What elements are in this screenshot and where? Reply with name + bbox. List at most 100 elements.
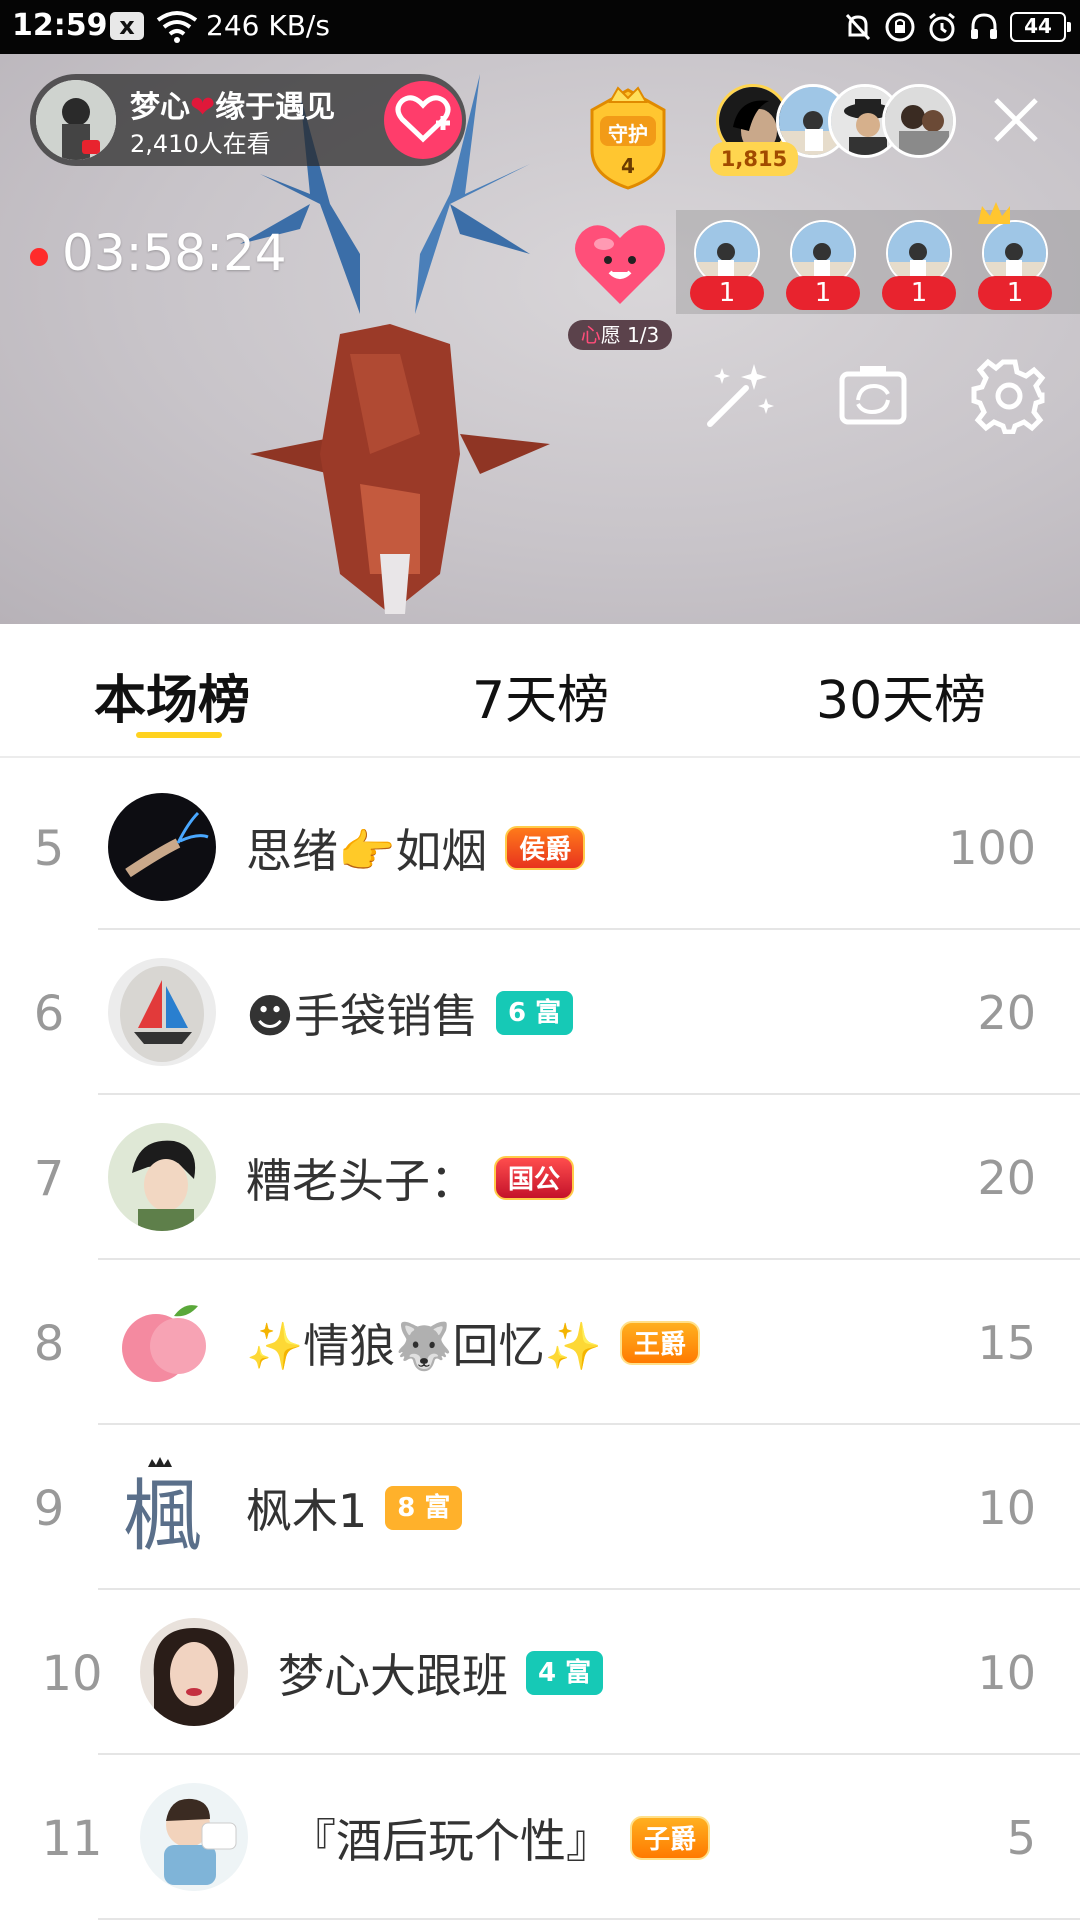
list-item[interactable]: 8 ✨情狼🐺回忆✨ 王爵 15 — [0, 1260, 1080, 1425]
fan-item[interactable]: 1 — [690, 220, 764, 316]
list-item-name: ✨情狼🐺回忆✨ 王爵 — [246, 1310, 700, 1376]
status-bar: 12:59 x 246 KB/s 44 — [0, 0, 1080, 54]
noble-badge: 国公 — [494, 1156, 575, 1200]
user-name: ☻手袋销售 — [246, 989, 478, 1043]
top-viewer-coins: 1,815 — [710, 142, 798, 176]
network-speed: 246 KB/s — [206, 9, 330, 42]
live-timer: 03:58:24 — [62, 224, 287, 282]
list-item[interactable]: 5 思绪👉如烟 侯爵 100 — [0, 765, 1080, 930]
top-viewer-avatar-4[interactable] — [882, 84, 956, 158]
wish-label-text: 愿 1/3 — [600, 323, 660, 347]
switch-camera-icon[interactable] — [834, 356, 912, 434]
score-value: 15 — [977, 1316, 1036, 1370]
guard-label: 守护 — [608, 122, 648, 146]
tab-this-show[interactable]: 本场榜 — [94, 658, 250, 733]
beauty-wand-icon[interactable] — [700, 356, 778, 434]
fan-count: 1 — [786, 276, 860, 310]
list-item-name: ☻手袋销售 6 富 — [246, 980, 574, 1046]
follow-button[interactable] — [384, 81, 462, 159]
noble-badge: 侯爵 — [505, 826, 586, 870]
tab-30-days[interactable]: 30天榜 — [816, 658, 986, 733]
list-item[interactable]: 9 楓 枫木1 8 富 10 — [0, 1425, 1080, 1590]
headphones-icon — [971, 13, 997, 39]
live-video-area[interactable]: 梦心❤缘于遇见 2,410人在看 守护 4 1,815 03:58:24 心愿 … — [0, 54, 1080, 624]
host-name: 梦心❤缘于遇见 — [130, 82, 335, 126]
list-item[interactable]: 6 ☻手袋销售 6 富 20 — [0, 930, 1080, 1095]
host-name-right: 缘于遇见 — [215, 90, 336, 125]
status-time: 12:59 — [12, 8, 108, 43]
fan-count: 1 — [690, 276, 764, 310]
guard-count: 4 — [621, 154, 635, 178]
avatar[interactable] — [140, 1618, 248, 1726]
rank-number: 7 — [33, 1151, 65, 1207]
settings-gear-icon[interactable] — [970, 356, 1048, 434]
wish-prefix: 心 — [580, 323, 601, 347]
avatar[interactable]: 楓 — [108, 1453, 216, 1561]
heart-plus-icon — [395, 95, 451, 143]
wifi-icon — [156, 11, 198, 43]
score-value: 20 — [977, 1151, 1036, 1205]
wish-widget[interactable]: 心愿 1/3 — [568, 204, 672, 354]
avatar[interactable] — [108, 1123, 216, 1231]
fan-item[interactable]: 1 — [882, 220, 956, 316]
score-value: 10 — [977, 1481, 1036, 1535]
leaderboard-tabs: 本场榜 7天榜 30天榜 — [0, 624, 1080, 758]
recording-dot-icon — [30, 248, 48, 266]
host-name-left: 梦心 — [130, 90, 190, 125]
wish-progress: 心愿 1/3 — [568, 320, 672, 350]
notification-icon: x — [110, 12, 144, 40]
noble-badge: 王爵 — [619, 1321, 700, 1365]
score-value: 20 — [977, 986, 1036, 1040]
ranking-list[interactable]: 5 思绪👉如烟 侯爵 100 6 ☻手袋销售 6 富 20 7 糟老头子： 国公… — [0, 760, 1080, 1920]
guard-badge[interactable]: 守护 4 — [582, 80, 674, 192]
list-item-name: 『酒后玩个性』 子爵 — [290, 1805, 711, 1871]
fan-item[interactable]: 1 — [978, 202, 1052, 316]
heart-face-icon — [575, 225, 665, 304]
list-item-name: 梦心大跟班 4 富 — [278, 1640, 604, 1706]
list-item-name: 糟老头子： 国公 — [246, 1145, 575, 1211]
user-name: 梦心大跟班 — [278, 1649, 508, 1703]
tab-7-days[interactable]: 7天榜 — [472, 658, 609, 733]
avatar[interactable] — [140, 1783, 248, 1891]
avatar[interactable] — [108, 958, 216, 1066]
fan-count: 1 — [978, 276, 1052, 310]
list-item-name: 枫木1 8 富 — [246, 1475, 463, 1541]
user-name: 糟老头子： — [246, 1154, 476, 1208]
svg-text:楓: 楓 — [123, 1472, 201, 1561]
rank-number: 5 — [33, 821, 65, 877]
wealth-badge: 6 富 — [495, 991, 574, 1035]
user-name: 思绪👉如烟 — [246, 824, 488, 878]
rank-number: 6 — [33, 986, 65, 1042]
rank-number: 11 — [41, 1811, 103, 1867]
fan-item[interactable]: 1 — [786, 220, 860, 316]
noble-badge: 子爵 — [630, 1816, 711, 1860]
fan-count: 1 — [882, 276, 956, 310]
host-card[interactable]: 梦心❤缘于遇见 2,410人在看 — [30, 74, 466, 166]
crown-icon — [978, 202, 1010, 224]
wealth-badge: 8 富 — [385, 1486, 463, 1530]
close-icon[interactable] — [990, 94, 1042, 146]
heart-icon: ❤ — [190, 90, 216, 125]
alarm-icon — [929, 12, 955, 42]
user-name: 枫木1 — [246, 1484, 368, 1538]
list-item[interactable]: 11 『酒后玩个性』 子爵 5 — [0, 1755, 1080, 1920]
fan-strip: 1 1 1 1 — [676, 202, 1080, 316]
battery-icon: 44 — [1010, 12, 1071, 42]
lock-rotation-icon — [885, 12, 915, 42]
score-value: 100 — [948, 821, 1036, 875]
wealth-badge: 4 富 — [526, 1651, 604, 1695]
avatar[interactable] — [108, 793, 216, 901]
user-name: 『酒后玩个性』 — [290, 1814, 612, 1868]
list-item[interactable]: 7 糟老头子： 国公 20 — [0, 1095, 1080, 1260]
rank-number: 8 — [33, 1316, 65, 1372]
rank-number: 9 — [33, 1481, 65, 1537]
score-value: 10 — [977, 1646, 1036, 1700]
avatar[interactable] — [108, 1288, 216, 1396]
viewer-count: 2,410人在看 — [130, 130, 271, 158]
host-avatar[interactable] — [36, 80, 116, 160]
active-tab-indicator — [136, 732, 222, 738]
user-name: ✨情狼🐺回忆✨ — [246, 1319, 602, 1373]
list-item-name: 思绪👉如烟 侯爵 — [246, 815, 586, 881]
list-item[interactable]: 10 梦心大跟班 4 富 10 — [0, 1590, 1080, 1755]
score-value: 5 — [1006, 1811, 1036, 1865]
